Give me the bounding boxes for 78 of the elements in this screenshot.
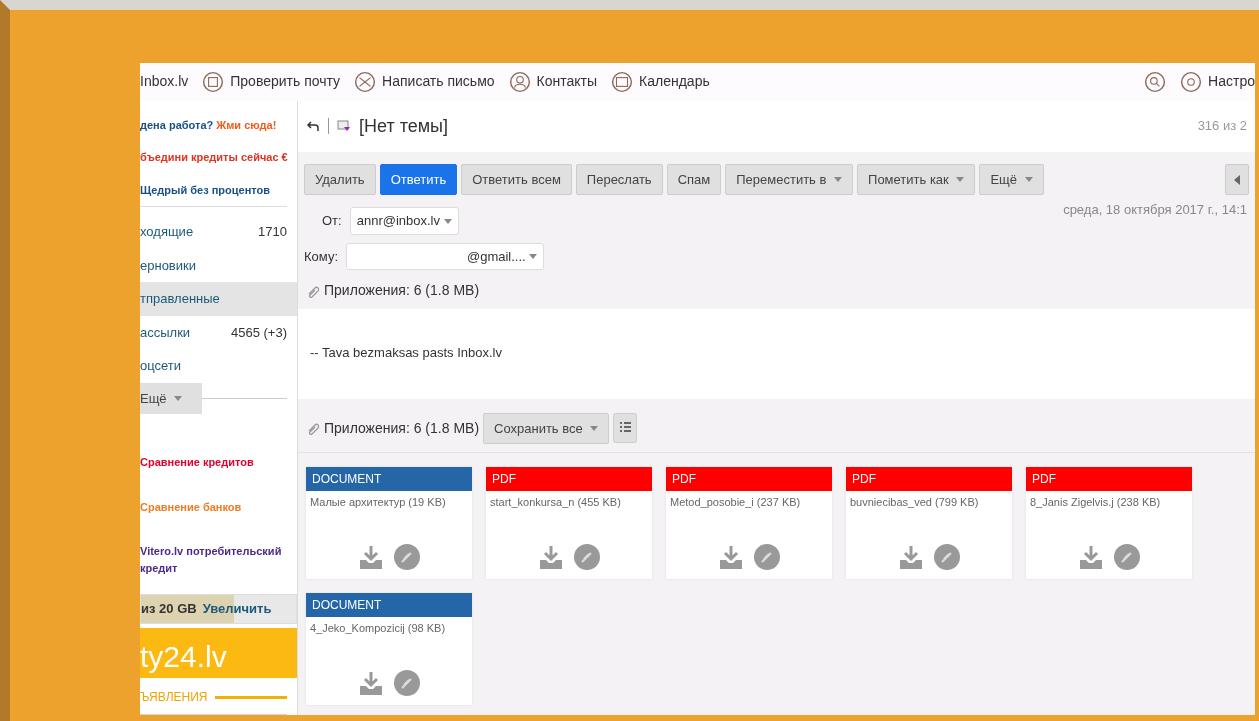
link-icon[interactable] <box>393 543 421 572</box>
caret-icon <box>174 396 183 403</box>
person-icon <box>508 70 531 93</box>
file-type-label: PDF <box>486 467 652 492</box>
ad-link[interactable]: Сравнение кредитов <box>140 454 287 471</box>
caret-icon <box>443 218 452 225</box>
caret-icon <box>834 177 843 184</box>
toolbar-button[interactable]: Ответить всем <box>461 163 572 196</box>
search-button[interactable] <box>1144 70 1167 93</box>
attachments-label: Приложения: 6 (1.8 MB) <box>324 418 480 438</box>
quota-text: из 20 GB <box>141 600 197 619</box>
left-arrow-icon <box>1234 175 1240 186</box>
nav-link[interactable]: Написать письмо <box>354 70 495 93</box>
section-title: ЪЯВЛЕНИЯ <box>140 689 208 707</box>
link-icon[interactable] <box>933 543 961 572</box>
folder-item[interactable]: ходящие 1710 <box>140 215 297 249</box>
caret-icon <box>590 426 599 433</box>
folder-item[interactable]: оцсети <box>140 349 297 383</box>
toolbar-button[interactable]: Удалить <box>304 163 376 196</box>
nav-link[interactable]: Контакты <box>508 70 598 93</box>
file-name: start_konkursa_n (455 KB) <box>489 495 622 511</box>
more-button[interactable]: Ещё <box>140 382 203 415</box>
settings-link[interactable]: Настро <box>1180 70 1255 93</box>
toolbar-button[interactable]: Пометить как <box>857 163 976 196</box>
file-type-label: DOCUMENT <box>306 593 472 618</box>
download-icon[interactable] <box>537 543 565 572</box>
file-name: 4_Jeko_Kompozicij (98 KB) <box>309 621 447 637</box>
link-icon[interactable] <box>393 669 421 698</box>
toolbar-button[interactable]: Ответить <box>379 163 458 196</box>
toolbar-button[interactable]: Ещё <box>979 163 1044 196</box>
file-type-label: PDF <box>846 467 1012 492</box>
reply-icon <box>306 119 320 134</box>
ad-link[interactable]: Vitero.lv потребительский кредит <box>140 543 287 577</box>
download-icon[interactable] <box>717 543 745 572</box>
save-all-button[interactable]: Сохранить все <box>483 412 610 445</box>
caret-icon <box>1024 177 1033 184</box>
nav-link[interactable]: Календарь <box>611 70 710 93</box>
link-icon[interactable] <box>753 543 781 572</box>
folder-item[interactable]: ассылки 4565 (+3) <box>140 315 297 350</box>
paperclip-icon <box>306 421 320 436</box>
file-type-label: PDF <box>666 467 832 492</box>
logo-link[interactable]: Inbox.lv <box>140 71 189 93</box>
recipient-chip[interactable]: @gmail.... <box>346 242 545 271</box>
message-date: среда, 18 октября 2017 г., 14:1 <box>1063 201 1247 220</box>
from-label: От: <box>322 212 342 231</box>
nav-link[interactable]: Проверить почту <box>202 70 341 93</box>
message-body: -- Tava bezmaksas pasts Inbox.lv <box>310 345 502 361</box>
previous-button[interactable] <box>1225 163 1249 196</box>
upgrade-link[interactable]: Увеличить <box>202 599 272 619</box>
promo-text: Щедрый без процентов <box>140 182 271 198</box>
caret-icon <box>529 254 538 261</box>
download-icon[interactable] <box>357 669 385 698</box>
to-label: Кому: <box>304 247 338 266</box>
file-name: buvniecibas_ved (799 KB) <box>849 495 980 511</box>
promo-text: бъедини кредиты сейчас € <box>140 150 287 166</box>
link-icon[interactable] <box>1113 543 1141 572</box>
file-name: Малые архитектур (19 KB) <box>309 495 447 511</box>
folder-item[interactable]: тправленные <box>140 282 297 316</box>
link-icon[interactable] <box>573 543 601 572</box>
promo-text: дена работа? <box>140 118 214 131</box>
download-icon[interactable] <box>897 543 925 572</box>
file-type-label: PDF <box>1026 467 1192 492</box>
attachments-summary: Приложения: 6 (1.8 MB) <box>324 281 480 301</box>
toolbar-button[interactable]: Переслать <box>575 163 663 196</box>
toolbar-button[interactable]: Переместить в <box>725 163 854 196</box>
sender-chip[interactable]: annr@inbox.lv <box>349 207 459 235</box>
list-view-icon <box>613 413 638 444</box>
message-position: 316 из 2 <box>1197 117 1247 136</box>
download-icon[interactable] <box>1077 543 1105 572</box>
download-icon[interactable] <box>357 543 385 572</box>
toolbar-button[interactable]: Спам <box>666 163 722 196</box>
caret-icon <box>956 177 965 184</box>
search-icon <box>1144 70 1167 93</box>
file-name: Metod_posobie_i (237 KB) <box>669 495 802 511</box>
file-name: 8_Janis Zigelvis.j (238 KB) <box>1029 495 1162 511</box>
message-subject: [Нет темы] <box>359 114 449 138</box>
folder-item[interactable]: ерновики <box>140 248 297 283</box>
file-type-label: DOCUMENT <box>306 467 472 492</box>
